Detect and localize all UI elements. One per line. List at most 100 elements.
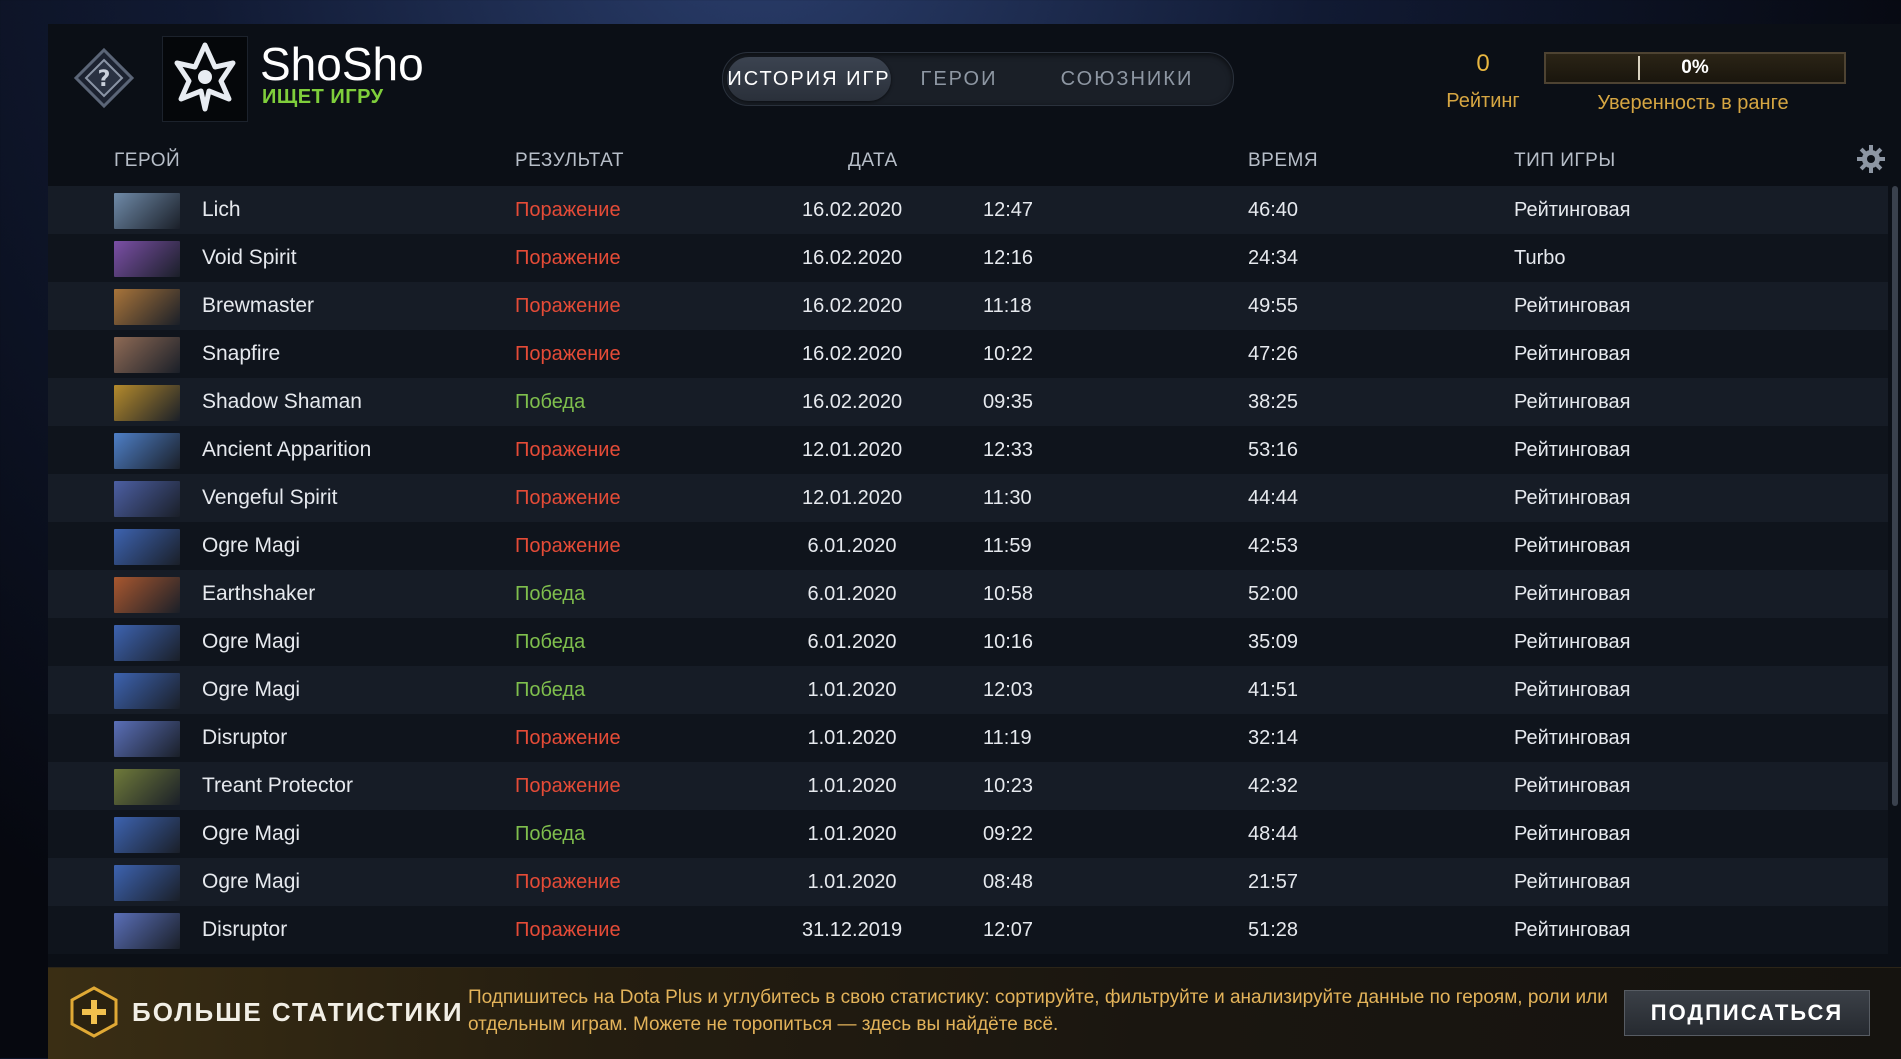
match-result: Поражение xyxy=(515,775,621,797)
match-date: 31.12.2019 xyxy=(802,919,903,941)
match-date: 12.01.2020 xyxy=(802,439,903,461)
match-date: 1.01.2020 xyxy=(807,727,897,749)
match-date: 6.01.2020 xyxy=(807,631,897,653)
hero-name: Snapfire xyxy=(202,342,281,365)
table-row[interactable]: Shadow Shaman Победа 16.02.2020 09:35 38:25 Р… xyxy=(48,378,1888,426)
match-duration: 51:28 xyxy=(1248,919,1299,941)
column-header-hero[interactable]: ГЕРОЙ xyxy=(114,150,180,172)
game-type: Рейтинговая xyxy=(1514,199,1631,221)
match-duration: 38:25 xyxy=(1248,391,1299,413)
table-row[interactable]: Lich Поражение 16.02.2020 12:47 46:40 Рейтинг… xyxy=(48,186,1888,234)
match-result: Поражение xyxy=(515,295,621,317)
match-start-time: 09:35 xyxy=(983,391,1034,413)
hero-portrait-icon xyxy=(114,769,180,805)
match-date: 6.01.2020 xyxy=(807,583,897,605)
hero-portrait-icon xyxy=(114,289,180,325)
hero-name: Void Spirit xyxy=(202,246,297,269)
match-result: Победа xyxy=(515,631,586,653)
game-type: Рейтинговая xyxy=(1514,391,1631,413)
table-row[interactable]: Disruptor Поражение 1.01.2020 11:19 32:14 Рей… xyxy=(48,714,1888,762)
game-type: Turbo xyxy=(1514,247,1566,269)
table-row[interactable]: Earthshaker Победа 6.01.2020 10:58 52:00 Рейт… xyxy=(48,570,1888,618)
table-row[interactable]: Ogre Magi Поражение 1.01.2020 08:48 21:57 Рей… xyxy=(48,858,1888,906)
hero-portrait-icon xyxy=(114,529,180,565)
game-type: Рейтинговая xyxy=(1514,823,1631,845)
game-type: Рейтинговая xyxy=(1514,727,1631,749)
table-row[interactable]: Ancient Apparition Поражение 12.01.2020 12:… xyxy=(48,426,1888,474)
tab-heroes[interactable]: ГЕРОИ xyxy=(899,53,1019,105)
match-history-panel: ? ShoSho ИЩЕТ ИГРУ ИСТОРИЯ ИГР ГЕРОИ СОЮ… xyxy=(48,24,1901,1059)
match-date: 16.02.2020 xyxy=(802,295,903,317)
table-row[interactable]: Brewmaster Поражение 16.02.2020 11:18 49:55 Р… xyxy=(48,282,1888,330)
hero-name: Shadow Shaman xyxy=(202,390,362,413)
match-start-time: 10:16 xyxy=(983,631,1034,653)
table-row[interactable]: Vengeful Spirit Поражение 12.01.2020 11:30 4… xyxy=(48,474,1888,522)
tab-allies[interactable]: СОЮЗНИКИ xyxy=(1027,53,1227,105)
match-duration: 47:26 xyxy=(1248,343,1299,365)
match-result: Поражение xyxy=(515,727,621,749)
avatar[interactable] xyxy=(162,36,248,122)
match-start-time: 11:59 xyxy=(983,535,1032,557)
player-name: ShoSho xyxy=(260,38,424,90)
rating-label: Рейтинг xyxy=(1446,90,1520,112)
match-result: Победа xyxy=(515,823,586,845)
table-row[interactable]: Void Spirit Поражение 16.02.2020 12:16 24:34… xyxy=(48,234,1888,282)
hero-name: Ogre Magi xyxy=(202,678,301,701)
hero-portrait-icon xyxy=(114,385,180,421)
subscribe-button[interactable]: ПОДПИСАТЬСЯ xyxy=(1624,990,1870,1036)
match-duration: 35:09 xyxy=(1248,631,1299,653)
column-header-game-type[interactable]: ТИП ИГРЫ xyxy=(1514,150,1616,172)
match-result: Поражение xyxy=(515,487,621,509)
player-status: ИЩЕТ ИГРУ xyxy=(262,86,384,108)
hero-name: Lich xyxy=(202,198,241,221)
game-type: Рейтинговая xyxy=(1514,343,1631,365)
match-result: Победа xyxy=(515,679,586,701)
hero-name: Ogre Magi xyxy=(202,630,301,653)
rank-badge-icon[interactable]: ? xyxy=(72,46,136,110)
match-duration: 46:40 xyxy=(1248,199,1299,221)
dota-plus-banner: БОЛЬШЕ СТАТИСТИКИ Подпишитесь на Dota Pl… xyxy=(48,967,1901,1059)
hero-name: Ogre Magi xyxy=(202,870,301,893)
match-start-time: 08:48 xyxy=(983,871,1034,893)
table-row[interactable]: Ogre Magi Победа 1.01.2020 12:03 41:51 Рейтин… xyxy=(48,666,1888,714)
match-start-time: 10:58 xyxy=(983,583,1034,605)
match-start-time: 12:03 xyxy=(983,679,1034,701)
match-result: Победа xyxy=(515,391,586,413)
column-header-result[interactable]: РЕЗУЛЬТАТ xyxy=(515,150,624,172)
match-result: Победа xyxy=(515,583,586,605)
match-duration: 32:14 xyxy=(1248,727,1299,749)
game-type: Рейтинговая xyxy=(1514,919,1631,941)
match-result: Поражение xyxy=(515,919,621,941)
match-duration: 21:57 xyxy=(1248,871,1299,893)
hero-portrait-icon xyxy=(114,433,180,469)
table-row[interactable]: Disruptor Поражение 31.12.2019 12:07 51:28 Ре… xyxy=(48,906,1888,954)
table-row[interactable]: Ogre Magi Победа 1.01.2020 09:22 48:44 Рейтин… xyxy=(48,810,1888,858)
hero-name: Disruptor xyxy=(202,726,288,749)
match-date: 16.02.2020 xyxy=(802,199,903,221)
match-start-time: 10:23 xyxy=(983,775,1034,797)
column-header-date[interactable]: ДАТА xyxy=(848,150,898,172)
rating-value: 0 xyxy=(1476,50,1490,77)
game-type: Рейтинговая xyxy=(1514,775,1631,797)
match-start-time: 12:47 xyxy=(983,199,1034,221)
hero-portrait-icon xyxy=(114,625,180,661)
svg-text:?: ? xyxy=(98,67,111,92)
hero-name: Treant Protector xyxy=(202,774,353,797)
column-header-duration[interactable]: ВРЕМЯ xyxy=(1248,150,1318,172)
game-type: Рейтинговая xyxy=(1514,487,1631,509)
match-list: Lich Поражение 16.02.2020 12:47 46:40 Рейтинг… xyxy=(48,186,1888,986)
match-duration: 48:44 xyxy=(1248,823,1299,845)
table-row[interactable]: Ogre Magi Победа 6.01.2020 10:16 35:09 Рейтин… xyxy=(48,618,1888,666)
hero-name: Ancient Apparition xyxy=(202,438,372,461)
game-type: Рейтинговая xyxy=(1514,679,1631,701)
match-date: 6.01.2020 xyxy=(807,535,897,557)
table-row[interactable]: Snapfire Поражение 16.02.2020 10:22 47:26 Рей… xyxy=(48,330,1888,378)
scrollbar[interactable] xyxy=(1892,186,1898,806)
match-start-time: 12:33 xyxy=(983,439,1034,461)
table-row[interactable]: Ogre Magi Поражение 6.01.2020 11:59 42:53 Рей… xyxy=(48,522,1888,570)
gear-icon[interactable] xyxy=(1856,144,1886,174)
hero-name: Earthshaker xyxy=(202,582,316,605)
hero-portrait-icon xyxy=(114,241,180,277)
tab-match-history[interactable]: ИСТОРИЯ ИГР xyxy=(727,57,891,101)
table-row[interactable]: Treant Protector Поражение 1.01.2020 10:23 4… xyxy=(48,762,1888,810)
